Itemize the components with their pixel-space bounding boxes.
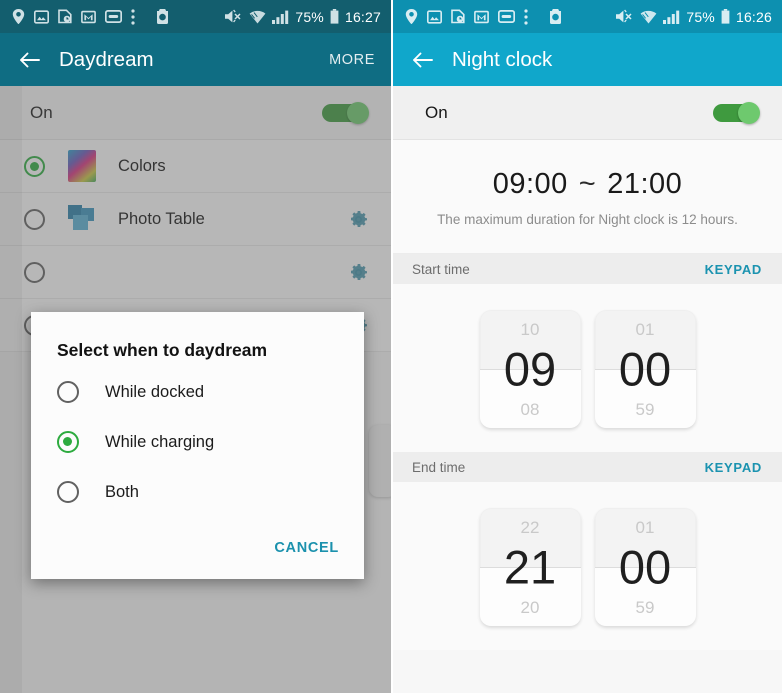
daydream-content: On Colors Photo Table Select when to day… (0, 86, 391, 693)
signal-bars-icon (272, 10, 289, 24)
card-icon (498, 10, 515, 23)
select-when-to-daydream-dialog: Select when to daydream While docked Whi… (31, 312, 364, 579)
dialog-actions: CANCEL (31, 517, 364, 579)
play-store-icon (157, 9, 168, 24)
night-clock-content: On 09:00 ~21:00 The maximum duration for … (393, 86, 782, 693)
end-hour-spinner[interactable]: 22 21 20 (479, 508, 581, 626)
app-bar: Night clock (393, 33, 782, 86)
screenshot-root: 75% 16:27 Daydream MORE On Colors Photo … (0, 0, 782, 693)
overflow-dots-icon (131, 8, 135, 25)
master-switch-label: On (425, 102, 448, 122)
play-store-icon (550, 9, 561, 24)
end-minute-next[interactable]: 59 (595, 598, 696, 618)
dialog-option-while-docked[interactable]: While docked (31, 367, 364, 417)
night-clock-master-switch-row[interactable]: On (393, 86, 782, 140)
photo-icon (427, 9, 442, 24)
signal-bars-icon (663, 10, 680, 24)
phone-screen-night-clock: 75% 16:26 Night clock On 09:00 ~21:00 Th… (391, 0, 782, 693)
start-minute-current: 00 (618, 342, 672, 396)
time-range-separator: ~ (578, 168, 597, 200)
end-minute-prev[interactable]: 01 (595, 518, 696, 538)
clock-document-icon (451, 9, 465, 24)
start-minute-spinner[interactable]: 01 00 59 (594, 310, 696, 428)
dialog-option-label: While charging (105, 432, 215, 451)
dialog-option-both[interactable]: Both (31, 467, 364, 517)
end-time-picker: 22 21 20 01 00 59 (393, 482, 782, 650)
start-minute-prev[interactable]: 01 (595, 320, 696, 340)
gmail-icon (474, 10, 489, 23)
end-minute-current: 00 (618, 540, 672, 594)
status-bar-notification-icons (12, 8, 224, 25)
location-pin-icon (12, 9, 25, 24)
dialog-option-while-charging[interactable]: While charging (31, 417, 364, 467)
start-hour-prev[interactable]: 10 (480, 320, 581, 340)
start-hour-current: 09 (503, 342, 557, 396)
start-minute-next[interactable]: 59 (595, 400, 696, 420)
battery-percent-label: 75% (295, 8, 324, 25)
wifi-icon (640, 10, 657, 23)
photo-icon (34, 9, 49, 24)
battery-icon (330, 9, 339, 24)
page-title: Daydream (59, 47, 154, 71)
dialog-title: Select when to daydream (57, 340, 268, 360)
end-time-value: 21:00 (607, 168, 683, 200)
radio-both[interactable] (57, 481, 79, 503)
start-time-value: 09:00 (492, 168, 568, 200)
gmail-icon (81, 10, 96, 23)
app-bar: Daydream MORE (0, 33, 391, 86)
start-hour-next[interactable]: 08 (480, 400, 581, 420)
scrim-left-edge (0, 86, 22, 693)
start-time-label: Start time (412, 261, 470, 277)
page-title: Night clock (452, 47, 553, 71)
toggle-knob (738, 101, 760, 124)
dialog-option-label: Both (105, 482, 139, 501)
battery-percent-label: 75% (686, 8, 715, 25)
status-bar-notification-icons (405, 8, 615, 25)
start-keypad-button[interactable]: KEYPAD (705, 262, 762, 277)
end-minute-spinner[interactable]: 01 00 59 (594, 508, 696, 626)
duration-note: The maximum duration for Night clock is … (437, 212, 738, 227)
end-keypad-button[interactable]: KEYPAD (705, 460, 762, 475)
mute-icon (616, 9, 632, 23)
end-hour-next[interactable]: 20 (480, 598, 581, 618)
time-range-value: 09:00 ~21:00 (393, 168, 782, 201)
master-switch-toggle[interactable] (713, 101, 760, 124)
status-bar-system-icons: 75% 16:27 (224, 9, 381, 25)
location-pin-icon (405, 9, 418, 24)
start-time-section-header: Start time KEYPAD (393, 254, 782, 284)
more-button[interactable]: MORE (329, 52, 375, 68)
start-hour-spinner[interactable]: 10 09 08 (479, 310, 581, 428)
dialog-option-label: While docked (105, 382, 205, 401)
wifi-icon (249, 10, 266, 23)
status-bar-system-icons: 75% 16:26 (615, 9, 772, 25)
cancel-button[interactable]: CANCEL (274, 540, 339, 556)
time-range-summary: 09:00 ~21:00 The maximum duration for Nig… (393, 140, 782, 254)
end-hour-current: 21 (503, 540, 557, 594)
status-bar-clock: 16:26 (735, 8, 772, 25)
card-icon (105, 10, 122, 23)
back-arrow-icon[interactable] (410, 47, 436, 73)
phone-screen-daydream: 75% 16:27 Daydream MORE On Colors Photo … (0, 0, 391, 693)
start-time-picker: 10 09 08 01 00 59 (393, 284, 782, 452)
mute-icon (225, 9, 241, 23)
end-time-label: End time (412, 459, 466, 475)
status-bar-clock: 16:27 (344, 8, 381, 25)
back-arrow-icon[interactable] (17, 47, 43, 73)
status-bar: 75% 16:27 (0, 0, 391, 33)
radio-while-docked[interactable] (57, 381, 79, 403)
status-bar: 75% 16:26 (393, 0, 782, 33)
radio-while-charging[interactable] (57, 431, 79, 453)
overflow-dots-icon (524, 8, 528, 25)
end-hour-prev[interactable]: 22 (480, 518, 581, 538)
end-time-section-header: End time KEYPAD (393, 452, 782, 482)
clock-document-icon (58, 9, 72, 24)
battery-icon (721, 9, 730, 24)
